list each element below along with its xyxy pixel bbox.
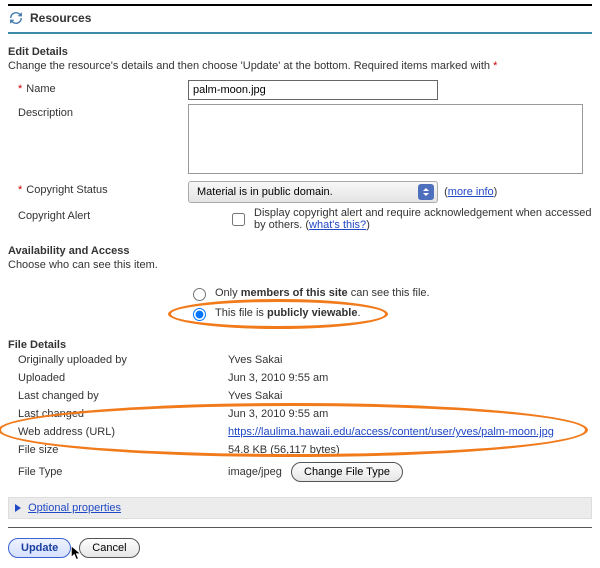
name-input[interactable]: [188, 80, 438, 100]
type-value: image/jpeg: [228, 466, 282, 478]
description-textarea[interactable]: [188, 104, 583, 174]
size-label: File size: [8, 444, 188, 456]
visibility-members-radio[interactable]: [193, 288, 206, 301]
more-info-link[interactable]: more info: [448, 186, 494, 198]
uploaded-value: Jun 3, 2010 9:55 am: [188, 372, 592, 384]
optional-properties-link[interactable]: Optional properties: [28, 502, 121, 514]
size-value: 54.8 KB (56,117 bytes): [188, 444, 592, 456]
availability-subtitle: Choose who can see this item.: [8, 259, 592, 271]
changer-value: Yves Sakai: [188, 390, 592, 402]
divider: [8, 527, 592, 528]
changed-label: Last changed: [8, 408, 188, 420]
cancel-button[interactable]: Cancel: [79, 538, 139, 558]
type-label: File Type: [8, 466, 188, 478]
url-label: Web address (URL): [8, 426, 188, 438]
change-file-type-button[interactable]: Change File Type: [291, 462, 403, 482]
page-title: Resources: [30, 11, 91, 25]
copyright-alert-text: Display copyright alert and require ackn…: [254, 207, 592, 231]
uploader-label: Originally uploaded by: [8, 354, 188, 366]
copyright-status-label: * Copyright Status: [18, 184, 108, 196]
page-header: Resources: [8, 4, 592, 34]
update-button[interactable]: Update: [8, 538, 71, 558]
refresh-icon[interactable]: [8, 10, 24, 26]
changed-value: Jun 3, 2010 9:55 am: [188, 408, 592, 420]
description-label: Description: [18, 107, 73, 119]
url-link[interactable]: https://laulima.hawaii.edu/access/conten…: [228, 426, 554, 438]
file-details-title: File Details: [8, 339, 592, 351]
visibility-public-label: This file is publicly viewable.: [215, 307, 361, 319]
copyright-status-select[interactable]: Material is in public domain.: [188, 181, 438, 203]
uploaded-label: Uploaded: [8, 372, 188, 384]
visibility-public-radio[interactable]: [193, 308, 206, 321]
copyright-alert-label: Copyright Alert: [18, 210, 90, 222]
optional-properties-bar[interactable]: Optional properties: [8, 497, 592, 519]
edit-details-title: Edit Details: [8, 46, 592, 58]
changer-label: Last changed by: [8, 390, 188, 402]
name-label: * Name: [18, 83, 56, 95]
whats-this-link[interactable]: what's this?: [309, 219, 366, 231]
visibility-members-label: Only members of this site can see this f…: [215, 287, 430, 299]
uploader-value: Yves Sakai: [188, 354, 592, 366]
edit-intro: Change the resource's details and then c…: [8, 60, 592, 72]
copyright-alert-checkbox[interactable]: [232, 213, 245, 226]
triangle-right-icon: [15, 504, 21, 512]
availability-title: Availability and Access: [8, 245, 592, 257]
